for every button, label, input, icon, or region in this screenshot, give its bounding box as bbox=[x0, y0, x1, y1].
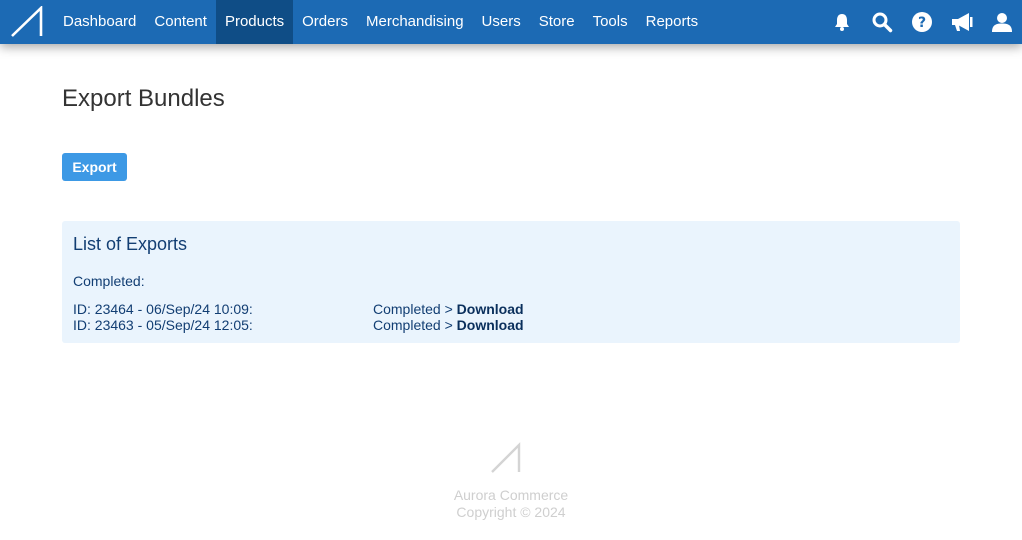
panel-title: List of Exports bbox=[73, 234, 188, 254]
navbar-icons: ? bbox=[822, 0, 1022, 44]
svg-text:?: ? bbox=[918, 15, 926, 31]
top-navbar: Dashboard Content Products Orders Mercha… bbox=[0, 0, 1022, 44]
status-text: Completed > bbox=[373, 301, 453, 317]
nav-item-content[interactable]: Content bbox=[145, 0, 216, 44]
footer-brand: Aurora Commerce bbox=[453, 487, 569, 503]
exports-panel: List of Exports Completed: ID: 23464 - 0… bbox=[62, 221, 960, 343]
export-id: ID: 23463 - 05/Sep/24 12:05: bbox=[73, 317, 253, 333]
nav-item-orders[interactable]: Orders bbox=[293, 0, 357, 44]
search-icon[interactable] bbox=[862, 0, 902, 44]
brand-logo-icon[interactable] bbox=[10, 6, 44, 38]
export-id: ID: 23464 - 06/Sep/24 10:09: bbox=[73, 301, 253, 317]
completed-label: Completed: bbox=[73, 273, 145, 289]
nav-item-tools[interactable]: Tools bbox=[584, 0, 637, 44]
export-button[interactable]: Export bbox=[62, 153, 127, 181]
footer-copyright: Copyright © 2024 bbox=[456, 504, 566, 520]
nav-item-reports[interactable]: Reports bbox=[637, 0, 708, 44]
user-icon[interactable] bbox=[982, 0, 1022, 44]
footer-logo-icon bbox=[491, 442, 521, 473]
main-nav: Dashboard Content Products Orders Mercha… bbox=[54, 0, 707, 44]
nav-item-store[interactable]: Store bbox=[530, 0, 584, 44]
megaphone-icon[interactable] bbox=[942, 0, 982, 44]
download-link[interactable]: Download bbox=[457, 301, 524, 317]
nav-item-dashboard[interactable]: Dashboard bbox=[54, 0, 145, 44]
bell-icon[interactable] bbox=[822, 0, 862, 44]
nav-item-users[interactable]: Users bbox=[473, 0, 530, 44]
nav-item-merchandising[interactable]: Merchandising bbox=[357, 0, 473, 44]
export-status: Completed > Download bbox=[373, 301, 524, 317]
export-status: Completed > Download bbox=[373, 317, 524, 333]
page-title: Export Bundles bbox=[62, 85, 225, 112]
status-text: Completed > bbox=[373, 317, 453, 333]
nav-item-products[interactable]: Products bbox=[215, 0, 294, 44]
download-link[interactable]: Download bbox=[457, 317, 524, 333]
help-icon[interactable]: ? bbox=[902, 0, 942, 44]
